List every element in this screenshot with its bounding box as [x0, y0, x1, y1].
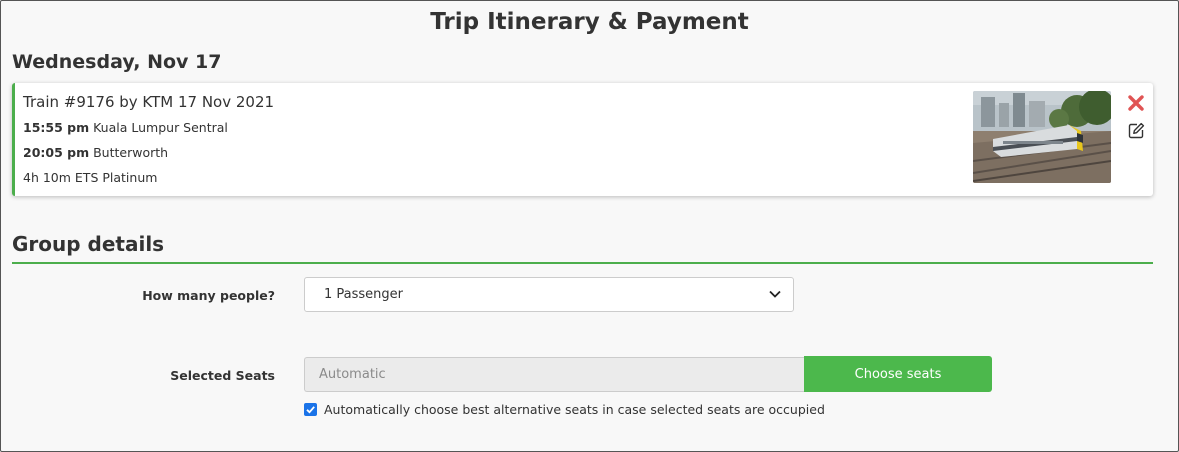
train-photo [973, 91, 1111, 183]
edit-icon[interactable] [1125, 119, 1147, 141]
close-icon[interactable] [1125, 92, 1147, 114]
auto-choose-row: Automatically choose best alternative se… [304, 402, 825, 417]
trip-title: Train #9176 by KTM 17 Nov 2021 [23, 93, 275, 111]
auto-choose-checkbox[interactable] [304, 403, 317, 416]
date-heading: Wednesday, Nov 17 [12, 51, 222, 73]
arrival-station: Butterworth [93, 145, 169, 160]
choose-seats-button[interactable]: Choose seats [804, 356, 992, 392]
trip-card: Train #9176 by KTM 17 Nov 2021 15:55 pm … [12, 83, 1153, 196]
selected-seats-placeholder: Automatic [319, 367, 386, 382]
departure-time: 15:55 pm [23, 120, 90, 135]
seats-label: Selected Seats [170, 368, 275, 383]
page-title: Trip Itinerary & Payment [430, 9, 749, 35]
departure-line: 15:55 pm Kuala Lumpur Sentral [23, 120, 228, 135]
arrival-time: 20:05 pm [23, 145, 90, 160]
people-select-value: 1 Passenger [324, 287, 404, 302]
selected-seats-input[interactable]: Automatic [304, 357, 804, 392]
duration-class: 4h 10m ETS Platinum [23, 170, 158, 185]
people-label: How many people? [142, 288, 275, 303]
departure-station: Kuala Lumpur Sentral [93, 120, 228, 135]
auto-choose-label[interactable]: Automatically choose best alternative se… [324, 402, 825, 417]
people-select[interactable]: 1 Passenger [304, 277, 794, 312]
section-divider [12, 262, 1153, 264]
group-details-heading: Group details [12, 232, 165, 256]
arrival-line: 20:05 pm Butterworth [23, 145, 168, 160]
chevron-down-icon [769, 287, 781, 302]
